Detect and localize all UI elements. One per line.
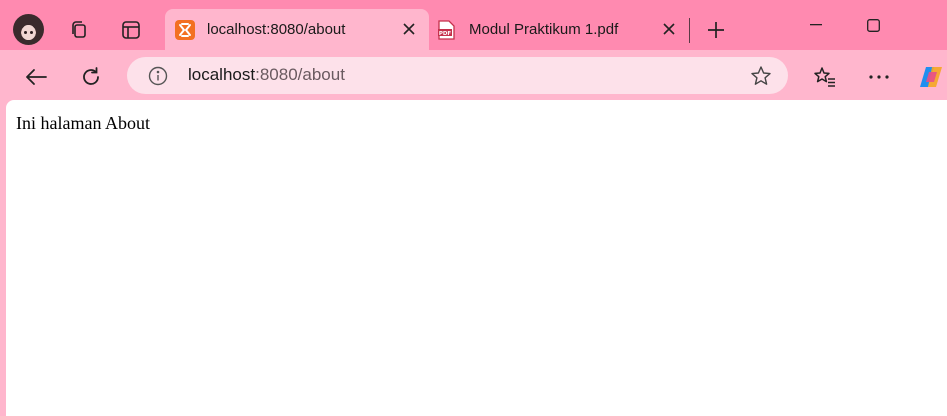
tab-localhost-about[interactable]: localhost:8080/about — [165, 9, 429, 50]
maximize-icon[interactable] — [853, 10, 893, 40]
xampp-icon — [175, 19, 195, 40]
refresh-icon[interactable] — [76, 62, 106, 92]
back-icon[interactable] — [21, 62, 51, 92]
more-options-icon[interactable] — [864, 62, 894, 92]
close-tab-icon[interactable] — [659, 19, 679, 39]
plus-icon[interactable] — [701, 15, 731, 45]
page-text: Ini halaman About — [16, 113, 150, 133]
copilot-icon[interactable] — [916, 62, 946, 92]
workspaces-icon[interactable] — [64, 15, 94, 45]
svg-text:PDF: PDF — [439, 31, 452, 37]
vertical-tabs-icon[interactable] — [116, 15, 146, 45]
tab-divider — [689, 18, 690, 43]
page-viewport: Ini halaman About — [6, 100, 947, 416]
minimize-icon[interactable] — [796, 10, 836, 40]
url-path: :8080/about — [255, 65, 345, 84]
close-tab-icon[interactable] — [399, 19, 419, 39]
favorite-star-icon[interactable] — [750, 65, 772, 87]
tab-strip: localhost:8080/about PDF Modul Praktikum… — [0, 0, 947, 50]
url-text[interactable]: localhost:8080/about — [188, 65, 345, 85]
tab-title: localhost:8080/about — [207, 21, 346, 38]
toolbar: localhost:8080/about — [0, 50, 947, 100]
tab-title: Modul Praktikum 1.pdf — [469, 21, 619, 38]
profile-avatar[interactable] — [13, 14, 44, 45]
url-host: localhost — [188, 65, 256, 84]
favorites-icon[interactable] — [810, 62, 840, 92]
info-icon[interactable] — [148, 66, 168, 86]
pdf-icon: PDF — [437, 19, 457, 40]
address-bar[interactable]: localhost:8080/about — [127, 57, 788, 94]
tab-modul-praktikum[interactable]: PDF Modul Praktikum 1.pdf — [429, 9, 689, 50]
